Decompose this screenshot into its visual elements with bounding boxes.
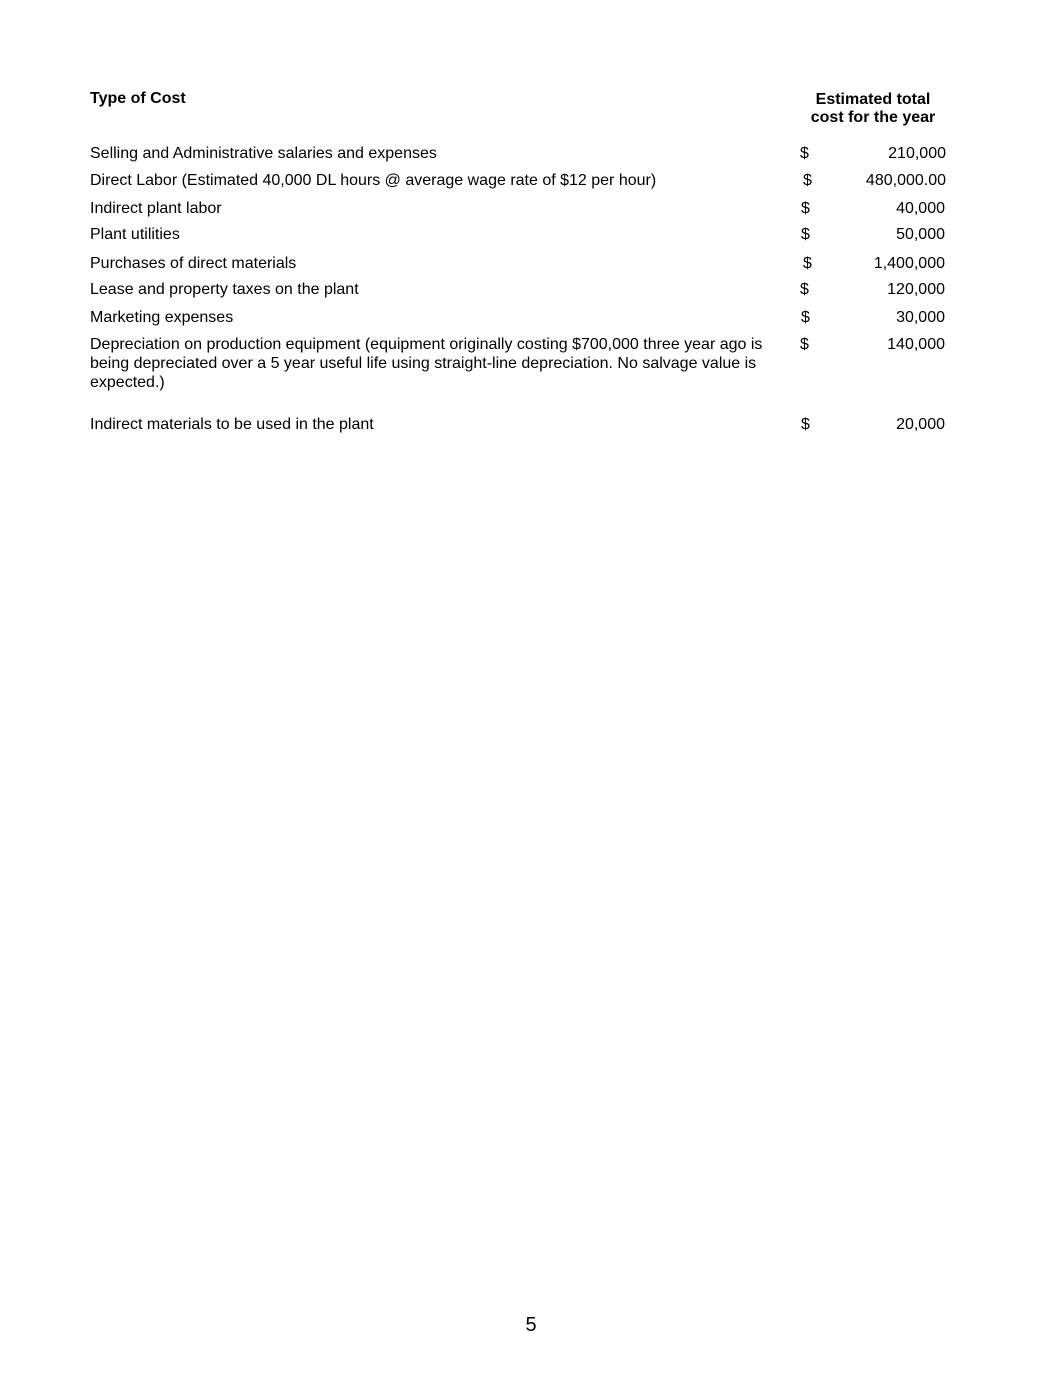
cost-description: Plant utilities: [90, 226, 180, 243]
cost-amount: 120,000: [887, 281, 945, 298]
header-line-1: Estimated total: [815, 91, 931, 108]
column-header-estimated-total: Estimated total cost for the year: [800, 91, 946, 127]
cost-description: Direct Labor (Estimated 40,000 DL hours …: [90, 172, 657, 189]
currency-symbol: $: [800, 145, 809, 162]
cost-amount: 140,000: [887, 336, 945, 353]
cost-description: Depreciation on production equipment (eq…: [90, 336, 763, 391]
cost-row: Depreciation on production equipment (eq…: [90, 335, 950, 395]
cost-description: Indirect plant labor: [90, 200, 222, 217]
currency-symbol: $: [801, 200, 810, 217]
column-header-type-of-cost: Type of Cost: [90, 90, 186, 107]
cost-description: Indirect materials to be used in the pla…: [90, 416, 374, 433]
currency-symbol: $: [803, 255, 812, 272]
currency-symbol: $: [800, 336, 809, 353]
cost-amount: 50,000: [896, 226, 945, 243]
cost-amount: 20,000: [896, 416, 945, 433]
cost-description: Selling and Administrative salaries and …: [90, 145, 437, 162]
currency-symbol: $: [803, 172, 812, 189]
cost-description: Marketing expenses: [90, 309, 234, 326]
currency-symbol: $: [801, 416, 810, 433]
page-number: 5: [525, 1314, 537, 1336]
currency-symbol: $: [801, 226, 810, 243]
cost-amount: 30,000: [896, 309, 945, 326]
cost-amount: 210,000: [888, 145, 946, 162]
currency-symbol: $: [800, 281, 809, 298]
cost-amount: 40,000: [896, 200, 945, 217]
cost-description: Lease and property taxes on the plant: [90, 281, 359, 298]
document-page: Type of Cost Estimated total cost for th…: [0, 0, 1062, 1377]
cost-description: Purchases of direct materials: [90, 255, 297, 272]
cost-amount: 480,000.00: [865, 172, 946, 189]
header-line-2: cost for the year: [810, 109, 936, 126]
currency-symbol: $: [801, 309, 810, 326]
cost-amount: 1,400,000: [873, 255, 945, 272]
